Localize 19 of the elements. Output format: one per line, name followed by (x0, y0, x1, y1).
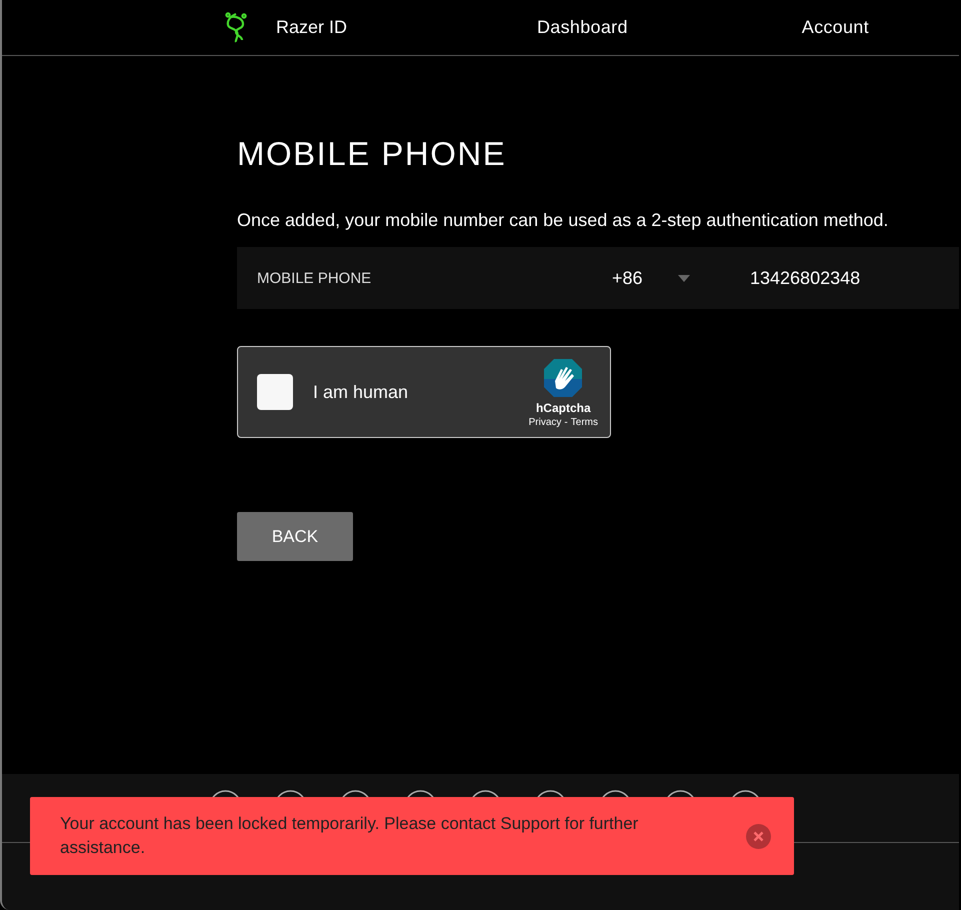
phone-number-field[interactable]: 13426802348 (750, 264, 950, 292)
nav-link[interactable]: Account (802, 17, 869, 38)
captcha-link[interactable]: Terms (570, 416, 598, 428)
captcha-checkbox[interactable] (257, 374, 293, 410)
description: Once added, your mobile number can be used as a 2-step authentication method. (237, 209, 890, 231)
nav-link[interactable]: Dashboard (537, 17, 628, 38)
caret-icon (678, 274, 690, 282)
brand-name: Razer ID (276, 17, 348, 38)
link-separator: - (564, 416, 568, 428)
captcha-label: I am human (313, 382, 410, 402)
page-title: MOBILE PHONE (237, 134, 508, 174)
back-button[interactable]: BACK (237, 512, 353, 561)
country-code-dropdown[interactable]: +86 (612, 268, 750, 288)
field-label: MOBILE PHONE (257, 270, 372, 286)
captcha-brand: hCaptcha (536, 400, 591, 414)
hand-logo-icon (542, 356, 584, 398)
toast-message: Your account has been locked temporarily. Please contact Support for further assistance. (60, 813, 640, 859)
captcha-link[interactable]: Privacy (528, 416, 562, 428)
close-icon[interactable] (746, 824, 771, 848)
